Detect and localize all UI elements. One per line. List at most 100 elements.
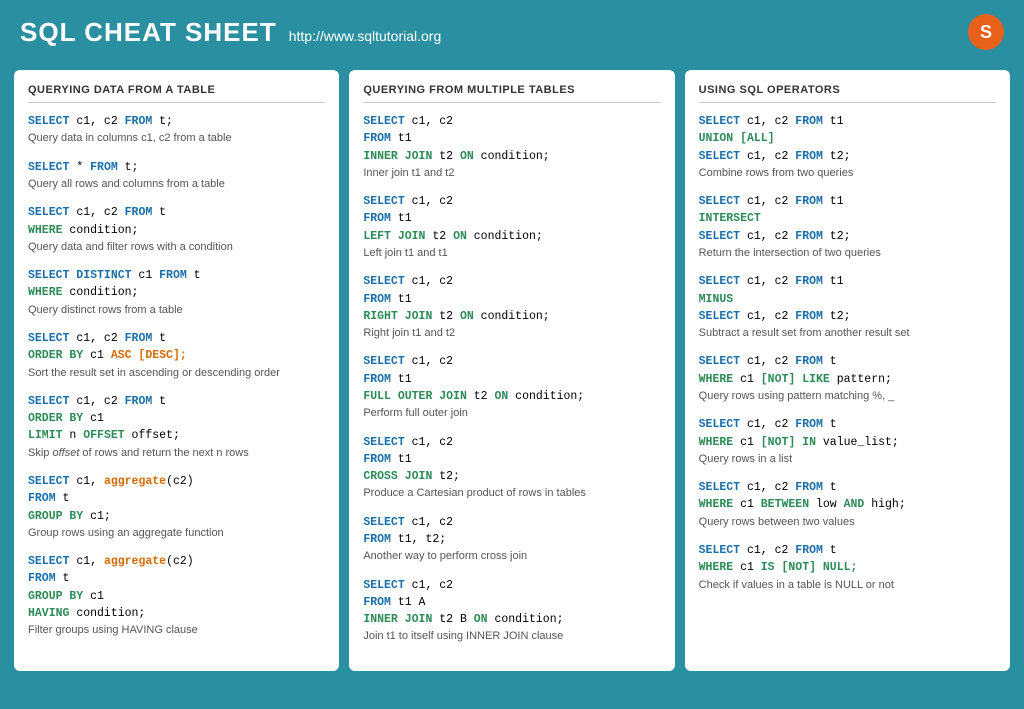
code: GROUP BY c1; [28,508,325,525]
desc: Subtract a result set from another resul… [699,326,996,341]
section-1-8: SELECT c1, aggregate(c2) FROM t GROUP BY… [28,553,325,638]
panel-1-title: QUERYING DATA FROM A TABLE [28,84,325,103]
code: INTERSECT [699,210,996,227]
code: LIMIT n OFFSET offset; [28,427,325,444]
code: SELECT c1, c2 [363,273,660,290]
desc: Filter groups using HAVING clause [28,623,325,638]
code: SELECT c1, c2 FROM t [699,353,996,370]
desc: Right join t1 and t2 [363,326,660,341]
code: SELECT c1, c2 [363,353,660,370]
section-2-6: SELECT c1, c2 FROM t1, t2; Another way t… [363,514,660,565]
panel-querying-single: QUERYING DATA FROM A TABLE SELECT c1, c2… [14,70,339,671]
section-3-2: SELECT c1, c2 FROM t1 INTERSECT SELECT c… [699,193,996,261]
desc: Sort the result set in ascending or desc… [28,366,325,381]
code: WHERE c1 IS [NOT] NULL; [699,559,996,576]
code: WHERE c1 [NOT] LIKE pattern; [699,371,996,388]
section-2-7: SELECT c1, c2 FROM t1 A INNER JOIN t2 B … [363,577,660,645]
code: MINUS [699,291,996,308]
code: FROM t1 [363,451,660,468]
section-3-5: SELECT c1, c2 FROM t WHERE c1 [NOT] IN v… [699,416,996,467]
code: SELECT * FROM t; [28,159,325,176]
section-2-1: SELECT c1, c2 FROM t1 INNER JOIN t2 ON c… [363,113,660,181]
section-3-7: SELECT c1, c2 FROM t WHERE c1 IS [NOT] N… [699,542,996,593]
code: ORDER BY c1 ASC [DESC]; [28,347,325,364]
code: SELECT c1, c2 [363,113,660,130]
code: SELECT DISTINCT c1 FROM t [28,267,325,284]
panel-2-title: QUERYING FROM MULTIPLE TABLES [363,84,660,103]
code: SELECT c1, c2 FROM t2; [699,308,996,325]
header-left: SQL CHEAT SHEET http://www.sqltutorial.o… [20,17,441,48]
desc: Query all rows and columns from a table [28,177,325,192]
desc: Query distinct rows from a table [28,303,325,318]
panel-querying-multiple: QUERYING FROM MULTIPLE TABLES SELECT c1,… [349,70,674,671]
section-3-1: SELECT c1, c2 FROM t1 UNION [ALL] SELECT… [699,113,996,181]
code: WHERE c1 BETWEEN low AND high; [699,496,996,513]
code: SELECT c1, c2 [363,434,660,451]
section-1-4: SELECT DISTINCT c1 FROM t WHERE conditio… [28,267,325,318]
code: WHERE condition; [28,222,325,239]
desc: Produce a Cartesian product of rows in t… [363,486,660,501]
panel-3-title: USING SQL OPERATORS [699,84,996,103]
desc: Query data in columns c1, c2 from a tabl… [28,131,325,146]
section-3-3: SELECT c1, c2 FROM t1 MINUS SELECT c1, c… [699,273,996,341]
code: FROM t1 [363,130,660,147]
desc: Check if values in a table is NULL or no… [699,578,996,593]
code: SELECT c1, c2 FROM t [699,416,996,433]
code: SELECT c1, c2 FROM t [28,204,325,221]
desc: Group rows using an aggregate function [28,526,325,541]
section-3-4: SELECT c1, c2 FROM t WHERE c1 [NOT] LIKE… [699,353,996,404]
code: SELECT c1, c2 FROM t1 [699,113,996,130]
section-2-5: SELECT c1, c2 FROM t1 CROSS JOIN t2; Pro… [363,434,660,502]
code: LEFT JOIN t2 ON condition; [363,228,660,245]
section-1-7: SELECT c1, aggregate(c2) FROM t GROUP BY… [28,473,325,541]
page-title: SQL CHEAT SHEET [20,17,277,48]
code: SELECT c1, c2 FROM t; [28,113,325,130]
section-2-4: SELECT c1, c2 FROM t1 FULL OUTER JOIN t2… [363,353,660,421]
desc: Inner join t1 and t2 [363,166,660,181]
desc: Query rows between two values [699,515,996,530]
desc: Query rows using pattern matching %, _ [699,389,996,404]
header: SQL CHEAT SHEET http://www.sqltutorial.o… [0,0,1024,60]
code: SELECT c1, c2 [363,193,660,210]
section-1-3: SELECT c1, c2 FROM t WHERE condition; Qu… [28,204,325,255]
code: SELECT c1, c2 FROM t2; [699,148,996,165]
code: GROUP BY c1 [28,588,325,605]
section-3-6: SELECT c1, c2 FROM t WHERE c1 BETWEEN lo… [699,479,996,530]
code: FROM t1 [363,291,660,308]
desc: Query rows in a list [699,452,996,467]
desc: Another way to perform cross join [363,549,660,564]
code: HAVING condition; [28,605,325,622]
section-1-1: SELECT c1, c2 FROM t; Query data in colu… [28,113,325,147]
code: SELECT c1, c2 FROM t [699,542,996,559]
code: SELECT c1, c2 FROM t2; [699,228,996,245]
code: WHERE condition; [28,284,325,301]
code: INNER JOIN t2 ON condition; [363,148,660,165]
code: SELECT c1, aggregate(c2) [28,473,325,490]
code: WHERE c1 [NOT] IN value_list; [699,434,996,451]
code: FROM t1 A [363,594,660,611]
section-1-2: SELECT * FROM t; Query all rows and colu… [28,159,325,193]
content-area: QUERYING DATA FROM A TABLE SELECT c1, c2… [0,60,1024,685]
code: SELECT c1, c2 FROM t1 [699,273,996,290]
code: FROM t [28,570,325,587]
desc: Left join t1 and t1 [363,246,660,261]
code: SELECT c1, aggregate(c2) [28,553,325,570]
desc: Return the intersection of two queries [699,246,996,261]
code: SELECT c1, c2 FROM t [699,479,996,496]
section-1-5: SELECT c1, c2 FROM t ORDER BY c1 ASC [DE… [28,330,325,381]
desc: Join t1 to itself using INNER JOIN claus… [363,629,660,644]
code: SELECT c1, c2 FROM t [28,330,325,347]
code: FULL OUTER JOIN t2 ON condition; [363,388,660,405]
code: ORDER BY c1 [28,410,325,427]
code: SELECT c1, c2 FROM t1 [699,193,996,210]
site-logo: S [968,14,1004,50]
code: SELECT c1, c2 FROM t [28,393,325,410]
section-2-3: SELECT c1, c2 FROM t1 RIGHT JOIN t2 ON c… [363,273,660,341]
code: SELECT c1, c2 [363,514,660,531]
code: FROM t1, t2; [363,531,660,548]
code: FROM t1 [363,210,660,227]
desc: Perform full outer join [363,406,660,421]
desc: Query data and filter rows with a condit… [28,240,325,255]
panel-sql-operators: USING SQL OPERATORS SELECT c1, c2 FROM t… [685,70,1010,671]
section-1-6: SELECT c1, c2 FROM t ORDER BY c1 LIMIT n… [28,393,325,461]
